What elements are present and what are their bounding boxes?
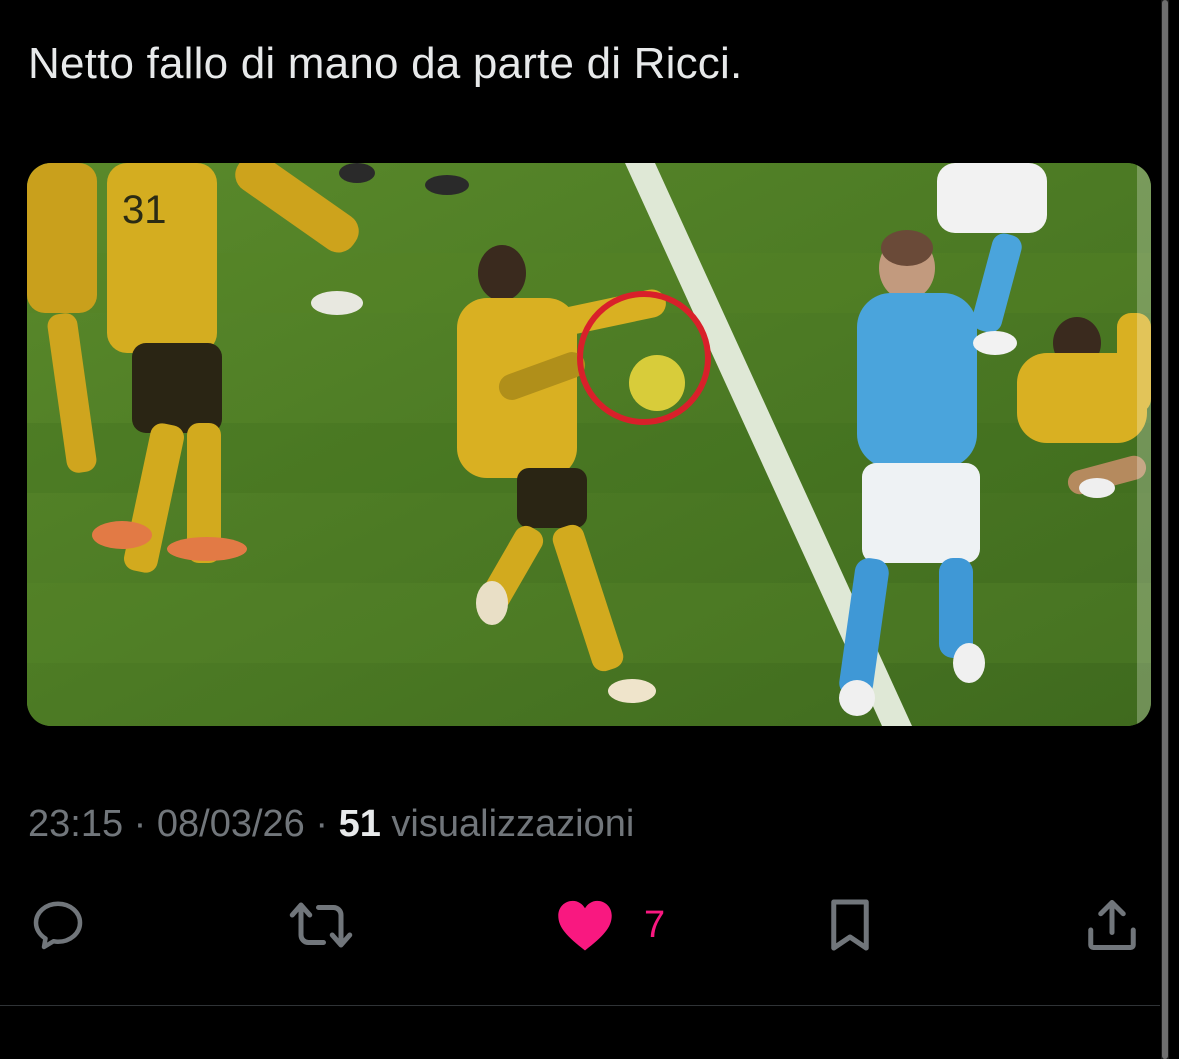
- heart-filled-icon: [558, 900, 612, 951]
- section-divider: [0, 1005, 1160, 1006]
- scrollbar-thumb[interactable]: [1162, 0, 1168, 1059]
- ball: [629, 355, 685, 411]
- reply-bubble-icon: [33, 901, 83, 950]
- like-count: 7: [644, 903, 666, 946]
- share-upload-icon: [1088, 900, 1136, 950]
- views-label: visualizzazioni: [391, 803, 635, 845]
- retweet-button[interactable]: [286, 890, 356, 960]
- meta-separator: ·: [133, 803, 147, 845]
- tweet-media-image[interactable]: 31: [27, 163, 1151, 726]
- tweet-text: Netto fallo di mano da parte di Ricci.: [28, 39, 743, 88]
- bookmark-icon: [831, 899, 869, 951]
- views-count: 51: [338, 803, 381, 845]
- tweet-detail-view: Netto fallo di mano da parte di Ricci. 3…: [0, 0, 1179, 1059]
- football-handball-photo: 31: [27, 163, 1151, 726]
- tweet-action-bar: 7: [0, 890, 1179, 960]
- tweet-time: 23:15: [28, 803, 124, 845]
- retweet-icon: [289, 902, 353, 948]
- like-button[interactable]: 7: [554, 890, 665, 960]
- tweet-date: 08/03/26: [156, 803, 305, 845]
- svg-text:31: 31: [122, 188, 167, 232]
- tweet-metadata: 23:15 · 08/03/26 · 51 visualizzazioni: [28, 800, 634, 848]
- bookmark-button[interactable]: [820, 890, 880, 960]
- reply-button[interactable]: [28, 890, 88, 960]
- meta-separator: ·: [315, 803, 329, 845]
- share-button[interactable]: [1082, 890, 1142, 960]
